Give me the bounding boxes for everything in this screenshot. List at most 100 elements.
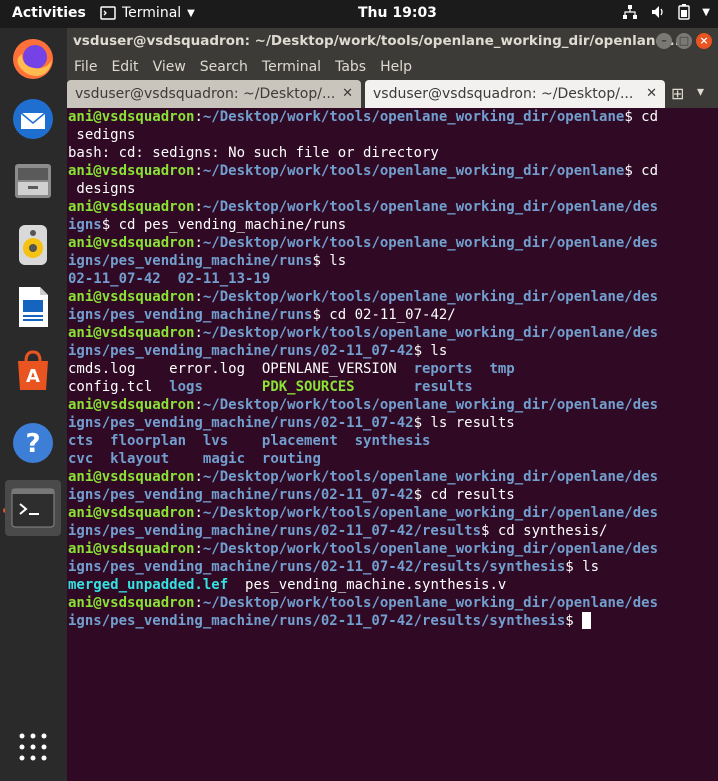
clock[interactable]: Thu 19:03: [358, 5, 437, 21]
terminal-line: 02-11_07-42 02-11_13-19: [68, 270, 718, 288]
chevron-down-icon: ▼: [702, 6, 710, 18]
network-icon: [623, 5, 638, 19]
terminal-text: ani@vsdsquadron: [68, 505, 195, 521]
terminal-text: placement: [261, 433, 338, 449]
terminal-line: igns/pes_vending_machine/runs/02-11_07-4…: [68, 414, 718, 432]
close-tab-icon[interactable]: ✕: [646, 80, 657, 108]
terminal-line: cvc klayout magic routing: [68, 450, 718, 468]
close-tab-icon[interactable]: ✕: [342, 80, 353, 108]
software-icon[interactable]: A: [8, 346, 58, 396]
window-controls: – □ ×: [656, 33, 712, 49]
terminal-line: ani@vsdsquadron:~/Desktop/work/tools/ope…: [68, 288, 718, 306]
menu-tabs[interactable]: Tabs: [328, 54, 373, 80]
terminal-line: ani@vsdsquadron:~/Desktop/work/tools/ope…: [68, 396, 718, 414]
terminal-text: igns/pes_vending_machine/runs: [68, 253, 313, 269]
terminal-text: $ cd pes_vending_machine/runs: [101, 217, 347, 233]
chevron-down-icon[interactable]: ▾: [697, 84, 704, 100]
terminal-text: ani@vsdsquadron: [68, 163, 195, 179]
maximize-button[interactable]: □: [676, 33, 692, 49]
menu-edit[interactable]: Edit: [104, 54, 145, 80]
svg-text:?: ?: [25, 429, 40, 459]
show-applications-icon[interactable]: [18, 732, 48, 762]
terminal-line: igns/pes_vending_machine/runs$ ls: [68, 252, 718, 270]
terminal-text: igns/pes_vending_machine/runs/02-11_07-4…: [68, 613, 566, 629]
terminal-text: :: [194, 289, 203, 305]
menu-terminal[interactable]: Terminal: [255, 54, 328, 80]
terminal-text: 02-11_07-42 02-11_13-19: [68, 271, 271, 287]
close-button[interactable]: ×: [696, 33, 712, 49]
app-menu[interactable]: Terminal ▼: [100, 5, 195, 21]
terminal-text: ~/Desktop/work/tools/openlane_working_di…: [202, 235, 659, 251]
thunderbird-icon[interactable]: [8, 94, 58, 144]
terminal-text: routing: [261, 451, 321, 467]
terminal-text: logs: [169, 379, 203, 395]
terminal-line: igns/pes_vending_machine/runs/02-11_07-4…: [68, 522, 718, 540]
terminal-line: igns/pes_vending_machine/runs/02-11_07-4…: [68, 486, 718, 504]
terminal-text: igns/pes_vending_machine/runs/02-11_07-4…: [68, 415, 414, 431]
terminal-text: cts: [68, 433, 94, 449]
terminal-line: igns$ cd pes_vending_machine/runs: [68, 216, 718, 234]
terminal-line: ani@vsdsquadron:~/Desktop/work/tools/ope…: [68, 162, 718, 180]
terminal-window: vsduser@vsdsquadron: ~/Desktop/work/tool…: [67, 28, 718, 781]
terminal-text: $ cd synthesis/: [481, 523, 608, 539]
writer-icon[interactable]: [8, 282, 58, 332]
terminal-output[interactable]: ani@vsdsquadron:~/Desktop/work/tools/ope…: [67, 108, 718, 781]
tab-2[interactable]: vsduser@vsdsquadron: ~/Desktop/... ✕: [365, 80, 665, 108]
terminal-icon[interactable]: [5, 480, 61, 536]
new-tab-icon[interactable]: ⊞: [671, 84, 684, 103]
terminal-text: ani@vsdsquadron: [68, 541, 195, 557]
menu-view[interactable]: View: [146, 54, 193, 80]
terminal-text: cvc: [68, 451, 94, 467]
terminal-text: lvs: [202, 433, 229, 449]
terminal-text: reports: [413, 361, 473, 377]
terminal-line: bash: cd: sedigns: No such file or direc…: [68, 144, 718, 162]
terminal-text: $ cd: [624, 109, 659, 125]
minimize-button[interactable]: –: [656, 33, 672, 49]
tab-bar: vsduser@vsdsquadron: ~/Desktop/... ✕ vsd…: [67, 80, 718, 108]
terminal-text: :: [194, 199, 203, 215]
terminal-text: merged_unpadded.lef: [68, 577, 229, 593]
help-icon[interactable]: ?: [8, 418, 58, 468]
menu-file[interactable]: File: [67, 54, 104, 80]
terminal-text: igns/pes_vending_machine/runs/02-11_07-4…: [68, 559, 566, 575]
terminal-text: tmp: [489, 361, 515, 377]
files-icon[interactable]: [8, 156, 58, 206]
terminal-text: klayout: [110, 451, 170, 467]
terminal-text: $ ls: [413, 343, 448, 359]
terminal-text: sedigns: [68, 127, 136, 143]
tab-label: vsduser@vsdsquadron: ~/Desktop/...: [75, 86, 336, 102]
terminal-text: ~/Desktop/work/tools/openlane_working_di…: [202, 595, 659, 611]
terminal-line: igns/pes_vending_machine/runs/02-11_07-4…: [68, 558, 718, 576]
terminal-text: $: [565, 613, 583, 629]
tab-1[interactable]: vsduser@vsdsquadron: ~/Desktop/... ✕: [67, 80, 361, 108]
firefox-icon[interactable]: [8, 34, 58, 84]
terminal-text: :: [194, 109, 203, 125]
menu-help[interactable]: Help: [373, 54, 419, 80]
terminal-line: ani@vsdsquadron:~/Desktop/work/tools/ope…: [68, 198, 718, 216]
terminal-text: cmds.log error.log OPENLANE_VERSION: [68, 361, 414, 377]
terminal-text: ~/Desktop/work/tools/openlane_working_di…: [202, 469, 659, 485]
system-tray[interactable]: ▼: [622, 4, 710, 20]
terminal-text: config.tcl: [68, 379, 170, 395]
terminal-text: $ ls: [565, 559, 600, 575]
window-title: vsduser@vsdsquadron: ~/Desktop/work/tool…: [73, 33, 685, 49]
terminal-line: igns/pes_vending_machine/runs/02-11_07-4…: [68, 612, 718, 630]
battery-icon: [678, 4, 690, 20]
terminal-text: :: [194, 469, 203, 485]
window-titlebar[interactable]: vsduser@vsdsquadron: ~/Desktop/work/tool…: [67, 28, 718, 54]
menu-search[interactable]: Search: [193, 54, 255, 80]
rhythmbox-icon[interactable]: [8, 220, 58, 270]
terminal-line: ani@vsdsquadron:~/Desktop/work/tools/ope…: [68, 594, 718, 612]
terminal-text: igns/pes_vending_machine/runs: [68, 307, 313, 323]
terminal-text: floorplan: [110, 433, 187, 449]
terminal-line: cmds.log error.log OPENLANE_VERSION repo…: [68, 360, 718, 378]
dock: A ?: [0, 28, 67, 781]
activities-button[interactable]: Activities: [12, 5, 86, 21]
